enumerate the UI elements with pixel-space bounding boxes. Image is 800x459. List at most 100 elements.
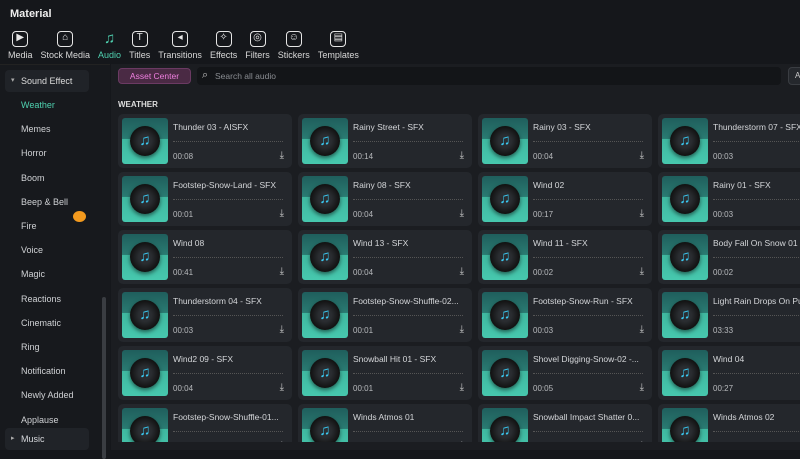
audio-card[interactable]: ♫ Wind2 09 - SFX 00:04 ⤓	[118, 346, 292, 400]
audio-thumbnail: ♫	[302, 118, 348, 164]
audio-duration: 00:05	[533, 384, 554, 393]
audio-card[interactable]: ♫ Footstep-Snow-Run - SFX 00:03 ⤓	[478, 288, 652, 342]
audio-card[interactable]: ♫Footstep-Snow-Shuffle-01...00:01⤓	[118, 404, 292, 442]
audio-duration: 00:02	[533, 268, 554, 277]
sidebar-item-fire[interactable]: Fire	[21, 221, 37, 231]
audio-card[interactable]: ♫Thunderstorm 07 - SFX00:03⤓	[658, 114, 800, 168]
audio-thumbnail: ♫	[662, 408, 708, 442]
audio-card[interactable]: ♫ Rainy 08 - SFX 00:04 ⤓	[298, 172, 472, 226]
download-icon[interactable]: ⤓	[640, 150, 644, 161]
audio-card[interactable]: ♫ Snowball Hit 01 - SFX 00:01 ⤓	[298, 346, 472, 400]
sidebar-item-beep-bell[interactable]: Beep & Bell	[21, 197, 68, 207]
sidebar: Sound Effect Music Weather Memes Horror Boo…	[0, 64, 110, 459]
audio-card[interactable]: ♫ Wind 08 00:41 ⤓	[118, 230, 292, 284]
music-note-icon: ♫	[490, 126, 520, 156]
tab-transitions[interactable]: ◂ Transitions	[154, 26, 206, 62]
audio-card[interactable]: ♫ Thunder 03 - AISFX 00:08 ⤓	[118, 114, 292, 168]
download-icon[interactable]: ⤓	[280, 208, 284, 219]
sidebar-item-horror[interactable]: Horror	[21, 148, 47, 158]
download-icon[interactable]: ⤓	[640, 440, 644, 442]
tab-filters[interactable]: ◎ Filters	[241, 26, 274, 62]
audio-card[interactable]: ♫ Rainy 03 - SFX 00:04 ⤓	[478, 114, 652, 168]
download-icon[interactable]: ⤓	[280, 440, 284, 442]
sidebar-group-music[interactable]: Music	[5, 428, 89, 450]
audio-card[interactable]: ♫ Wind 13 - SFX 00:04 ⤓	[298, 230, 472, 284]
waveform	[173, 141, 283, 146]
audio-duration: 00:17	[533, 210, 554, 219]
sidebar-item-reactions[interactable]: Reactions	[21, 294, 61, 304]
waveform	[173, 257, 283, 262]
tab-audio[interactable]: ♫ Audio	[94, 26, 125, 62]
download-icon[interactable]: ⤓	[640, 208, 644, 219]
sidebar-item-weather[interactable]: Weather	[21, 100, 55, 110]
audio-grid: ♫ Thunder 03 - AISFX 00:08 ⤓ ♫ Rainy Street -…	[118, 114, 800, 442]
download-icon[interactable]: ⤓	[640, 266, 644, 277]
waveform	[533, 315, 643, 320]
audio-name: Wind 08	[173, 238, 205, 248]
download-icon[interactable]: ⤓	[280, 150, 284, 161]
audio-card[interactable]: ♫Winds Atmos 0200:04⤓	[658, 404, 800, 442]
tab-media[interactable]: ▶ Media	[4, 26, 37, 62]
audio-card[interactable]: ♫Wind 0400:27⤓	[658, 346, 800, 400]
sidebar-item-boom[interactable]: Boom	[21, 173, 45, 183]
download-icon[interactable]: ⤓	[460, 208, 464, 219]
sidebar-group-sound-effect[interactable]: Sound Effect	[5, 70, 89, 92]
music-note-icon: ♫	[310, 300, 340, 330]
music-note-icon: ♫	[130, 416, 160, 442]
sidebar-item-voice[interactable]: Voice	[21, 245, 43, 255]
audio-card[interactable]: ♫ Footstep-Snow-Shuffle-02... 00:01 ⤓	[298, 288, 472, 342]
filter-button[interactable]: A	[788, 67, 800, 85]
audio-card[interactable]: ♫Snowball Impact Shatter 0...00:01⤓	[478, 404, 652, 442]
tab-label: Effects	[209, 50, 238, 60]
search-input[interactable]: Search all audio	[197, 66, 781, 85]
waveform	[533, 431, 643, 436]
stock-media-icon: ⌂	[57, 31, 74, 47]
download-icon[interactable]: ⤓	[280, 266, 284, 277]
audio-duration: 00:27	[713, 384, 734, 393]
download-icon[interactable]: ⤓	[460, 150, 464, 161]
sidebar-item-memes[interactable]: Memes	[21, 124, 51, 134]
download-icon[interactable]: ⤓	[460, 266, 464, 277]
audio-card[interactable]: ♫Winds Atmos 0100:04⤓	[298, 404, 472, 442]
music-note-icon: ♫	[130, 126, 160, 156]
asset-center-button[interactable]: Asset Center	[118, 68, 191, 84]
audio-card[interactable]: ♫Rainy 01 - SFX00:03⤓	[658, 172, 800, 226]
tab-stock-media[interactable]: ⌂ Stock Media	[37, 26, 95, 62]
sidebar-item-newly-added[interactable]: Newly Added	[21, 390, 74, 400]
download-icon[interactable]: ⤓	[280, 382, 284, 393]
download-icon[interactable]: ⤓	[460, 440, 464, 442]
sidebar-item-applause[interactable]: Applause	[21, 415, 59, 425]
audio-card[interactable]: ♫ Shovel Digging-Snow-02 -... 00:05 ⤓	[478, 346, 652, 400]
audio-card[interactable]: ♫ Footstep-Snow-Land - SFX 00:01 ⤓	[118, 172, 292, 226]
download-icon[interactable]: ⤓	[640, 382, 644, 393]
audio-name: Wind2 09 - SFX	[173, 354, 233, 364]
tab-templates[interactable]: ▤ Templates	[314, 26, 363, 62]
waveform	[533, 141, 643, 146]
download-icon[interactable]: ⤓	[460, 324, 464, 335]
audio-card[interactable]: ♫ Thunderstorm 04 - SFX 00:03 ⤓	[118, 288, 292, 342]
sidebar-item-notification[interactable]: Notification	[21, 366, 66, 376]
music-note-icon: ♫	[670, 184, 700, 214]
tab-titles[interactable]: T Titles	[125, 26, 154, 62]
download-icon[interactable]: ⤓	[460, 382, 464, 393]
sidebar-scrollbar[interactable]	[102, 297, 106, 459]
music-note-icon: ♫	[130, 242, 160, 272]
tab-stickers[interactable]: ☺ Stickers	[274, 26, 314, 62]
download-icon[interactable]: ⤓	[640, 324, 644, 335]
sidebar-item-cinematic[interactable]: Cinematic	[21, 318, 61, 328]
sidebar-item-magic[interactable]: Magic	[21, 269, 45, 279]
sidebar-item-ring[interactable]: Ring	[21, 342, 40, 352]
music-note-icon: ♫	[670, 358, 700, 388]
audio-name: Shovel Digging-Snow-02 -...	[533, 354, 639, 364]
audio-card[interactable]: ♫ Wind 02 00:17 ⤓	[478, 172, 652, 226]
download-icon[interactable]: ⤓	[280, 324, 284, 335]
transitions-icon: ◂	[172, 31, 189, 47]
audio-thumbnail: ♫	[302, 176, 348, 222]
audio-card[interactable]: ♫ Wind 11 - SFX 00:02 ⤓	[478, 230, 652, 284]
audio-card[interactable]: ♫ Rainy Street - SFX 00:14 ⤓	[298, 114, 472, 168]
tab-effects[interactable]: ✧ Effects	[206, 26, 241, 62]
audio-card[interactable]: ♫Light Rain Drops On Pud03:33⤓	[658, 288, 800, 342]
stickers-icon: ☺	[285, 31, 302, 47]
audio-card[interactable]: ♫Body Fall On Snow 01 - A00:02⤓	[658, 230, 800, 284]
waveform	[713, 257, 800, 262]
